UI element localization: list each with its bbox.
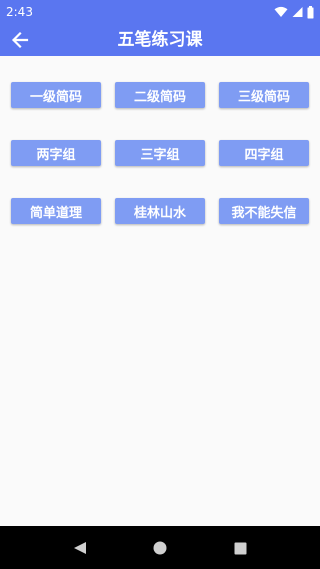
lesson-button-simple-truth[interactable]: 简单道理	[11, 198, 101, 224]
back-triangle-icon	[74, 542, 86, 554]
home-circle-icon	[153, 541, 167, 555]
lesson-button-guilin-landscape[interactable]: 桂林山水	[115, 198, 205, 224]
lesson-button-level3-code[interactable]: 三级简码	[219, 82, 309, 108]
recents-square-icon	[234, 542, 246, 554]
wifi-icon	[274, 6, 288, 17]
lesson-button-four-char-words[interactable]: 四字组	[219, 140, 309, 166]
lesson-button-level2-code[interactable]: 二级简码	[115, 82, 205, 108]
status-bar: 2:43	[0, 0, 320, 24]
nav-back-button[interactable]	[68, 536, 92, 560]
lesson-button-two-char-words[interactable]: 两字组	[11, 140, 101, 166]
nav-recents-button[interactable]	[228, 536, 252, 560]
battery-icon	[307, 5, 314, 18]
status-icons	[274, 4, 314, 20]
app-bar: 五笔练习课	[0, 24, 320, 56]
lesson-button-three-char-words[interactable]: 三字组	[115, 140, 205, 166]
status-time: 2:43	[6, 5, 33, 19]
nav-home-button[interactable]	[148, 536, 172, 560]
lesson-button-cannot-break-promise[interactable]: 我不能失信	[219, 198, 309, 224]
lesson-grid: 一级简码 二级简码 三级简码 两字组 三字组 四字组 简单道理 桂林山水 我不能…	[0, 56, 320, 526]
system-nav-bar	[0, 526, 320, 569]
back-button[interactable]	[6, 26, 34, 54]
arrow-left-icon	[11, 31, 29, 49]
signal-icon	[292, 7, 303, 17]
lesson-button-level1-code[interactable]: 一级简码	[11, 82, 101, 108]
page-title: 五笔练习课	[117, 30, 203, 50]
